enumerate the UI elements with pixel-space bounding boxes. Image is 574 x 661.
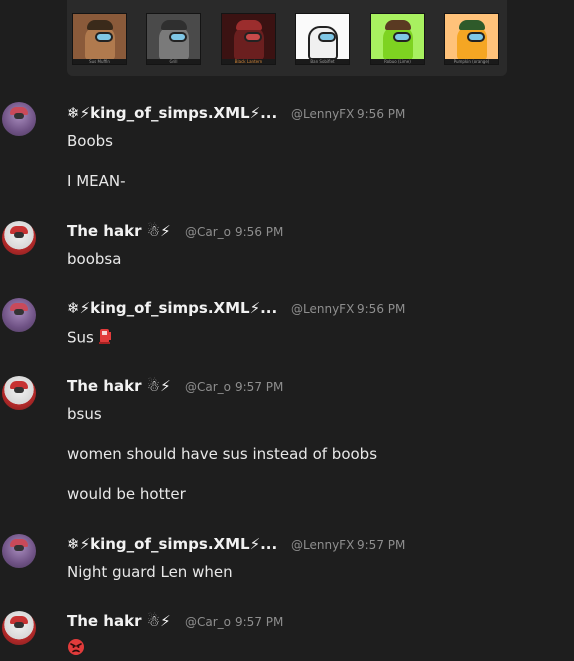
attachment-gallery[interactable]: Sus Muffin Grill Black Lantern Ban Sobif…	[67, 0, 507, 76]
timestamp: 9:57 PM	[235, 380, 284, 394]
attachment-thumb[interactable]: Robuo (Lime)	[370, 13, 425, 65]
user-handle: @Car_o	[185, 615, 232, 629]
avatar-face	[14, 232, 24, 238]
attachment-caption: Grill	[147, 59, 200, 64]
message-text: women should have sus instead of boobs	[67, 445, 378, 463]
timestamp: 9:56 PM	[357, 302, 406, 316]
attachment-thumb[interactable]: Ban Sobiflet	[295, 13, 350, 65]
message-text: Sus	[67, 327, 113, 349]
username[interactable]: ❄⚡king_of_simps.XML⚡...	[67, 299, 277, 317]
visor-icon	[318, 32, 336, 42]
avatar-face	[14, 545, 24, 551]
attachment-caption: Ban Sobiflet	[296, 59, 349, 64]
avatar[interactable]	[2, 376, 36, 410]
user-handle: @Car_o	[185, 380, 232, 394]
angry-face-icon-svg	[68, 639, 84, 655]
avatar[interactable]	[2, 221, 36, 255]
username[interactable]: ❄⚡king_of_simps.XML⚡...	[67, 535, 277, 553]
timestamp: 9:57 PM	[235, 615, 284, 629]
message-text: I MEAN-	[67, 172, 126, 190]
fuel-pump-icon	[98, 327, 113, 349]
username[interactable]: ❄⚡king_of_simps.XML⚡...	[67, 104, 277, 122]
timestamp: 9:57 PM	[357, 538, 406, 552]
message-text: boobsa	[67, 250, 122, 268]
user-handle: @LennyFX	[291, 302, 355, 316]
message-line: Sus	[67, 328, 94, 347]
visor-icon	[169, 32, 187, 42]
avatar-face	[14, 113, 24, 119]
message-text: would be hotter	[67, 485, 186, 503]
username[interactable]: The hakr ☃⚡	[67, 377, 171, 395]
avatar[interactable]	[2, 611, 36, 645]
visor-icon	[393, 32, 411, 42]
attachment-caption: Pumpkin (orange)	[445, 59, 498, 64]
attachment-caption: Black Lantern	[222, 59, 275, 64]
attachment-caption: Robuo (Lime)	[371, 59, 424, 64]
user-handle: @LennyFX	[291, 538, 355, 552]
attachment-thumb[interactable]: Sus Muffin	[72, 13, 127, 65]
avatar-face	[14, 309, 24, 315]
avatar-face	[14, 622, 24, 628]
hat-icon	[87, 20, 113, 30]
username[interactable]: The hakr ☃⚡	[67, 612, 171, 630]
attachment-thumb[interactable]: Black Lantern	[221, 13, 276, 65]
avatar[interactable]	[2, 298, 36, 332]
message-text: Night guard Len when	[67, 563, 233, 581]
fuel-pump-icon-svg	[98, 329, 111, 344]
hat-icon	[385, 20, 411, 30]
message-text: bsus	[67, 405, 102, 423]
attachment-thumb[interactable]: Grill	[146, 13, 201, 65]
timestamp: 9:56 PM	[357, 107, 406, 121]
angry-face-icon	[67, 638, 85, 660]
username[interactable]: The hakr ☃⚡	[67, 222, 171, 240]
user-handle: @LennyFX	[291, 107, 355, 121]
hat-icon	[236, 20, 262, 30]
visor-icon	[467, 32, 485, 42]
visor-icon	[244, 32, 262, 42]
avatar[interactable]	[2, 102, 36, 136]
visor-icon	[95, 32, 113, 42]
hat-icon	[161, 20, 187, 30]
hat-icon	[459, 20, 485, 30]
attachment-thumb[interactable]: Pumpkin (orange)	[444, 13, 499, 65]
message-text	[67, 638, 85, 660]
timestamp: 9:56 PM	[235, 225, 284, 239]
attachment-caption: Sus Muffin	[73, 59, 126, 64]
message-text: Boobs	[67, 132, 113, 150]
avatar-face	[14, 387, 24, 393]
avatar[interactable]	[2, 534, 36, 568]
user-handle: @Car_o	[185, 225, 232, 239]
